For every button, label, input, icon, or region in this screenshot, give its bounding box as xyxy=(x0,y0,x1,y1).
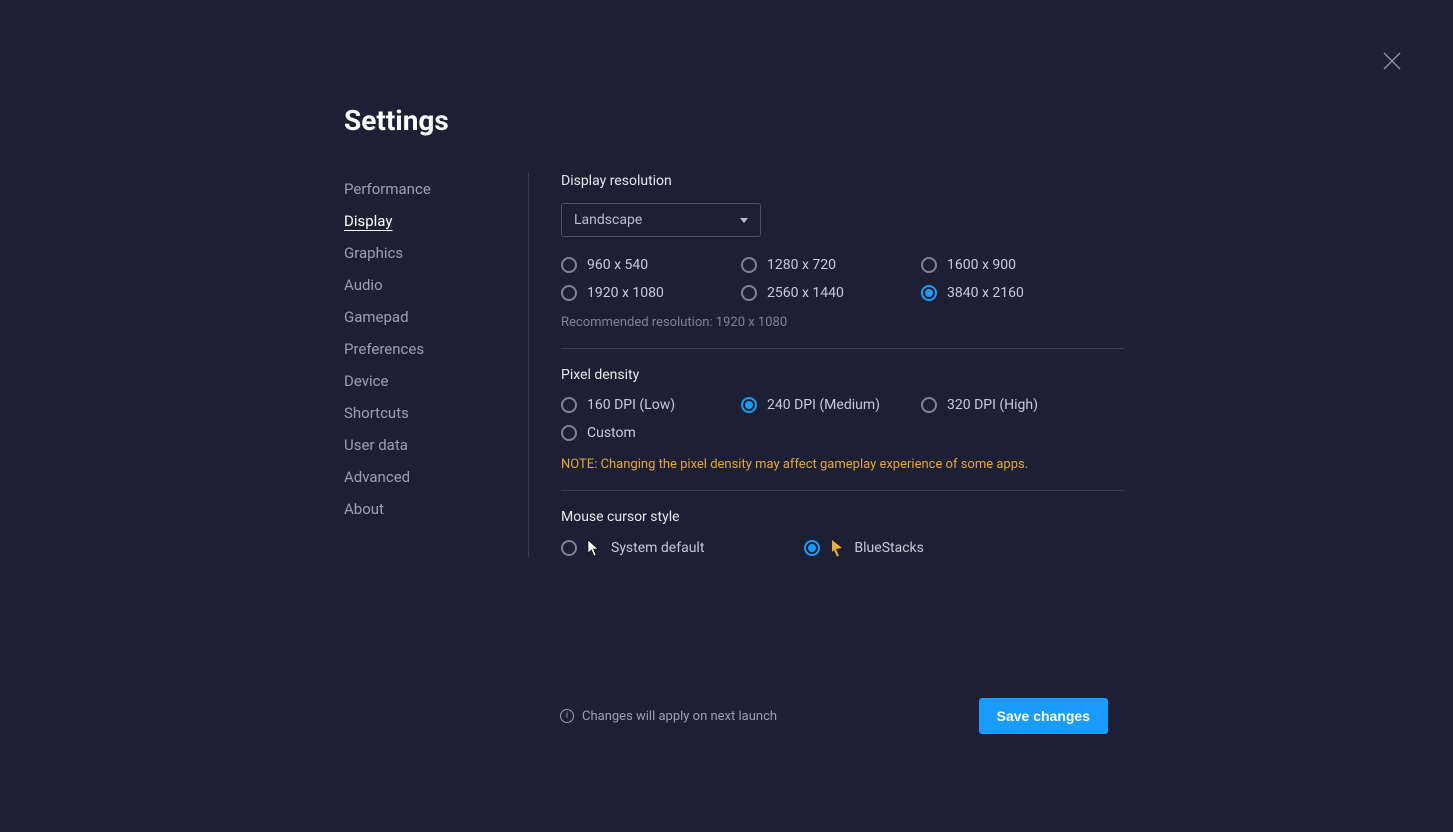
sidebar-item-label: Audio xyxy=(344,276,383,294)
sidebar-item-graphics[interactable]: Graphics xyxy=(344,237,528,269)
sidebar-item-label: User data xyxy=(344,436,408,454)
radio-label: 320 DPI (High) xyxy=(947,397,1038,413)
sidebar-item-label: About xyxy=(344,500,384,518)
pixel-density-options: 160 DPI (Low) 240 DPI (Medium) 320 DPI (… xyxy=(561,397,1124,441)
radio-icon xyxy=(741,257,757,273)
radio-icon xyxy=(561,397,577,413)
sidebar-item-user-data[interactable]: User data xyxy=(344,429,528,461)
recommended-resolution-hint: Recommended resolution: 1920 x 1080 xyxy=(561,315,1124,330)
cursor-style-options: System default BlueStacks xyxy=(561,539,1124,557)
radio-icon xyxy=(921,285,937,301)
resolution-radio-3840x2160[interactable]: 3840 x 2160 xyxy=(921,285,1101,301)
sidebar-item-device[interactable]: Device xyxy=(344,365,528,397)
resolution-options: 960 x 540 1280 x 720 1600 x 900 1920 x 1… xyxy=(561,257,1124,301)
dpi-radio-240[interactable]: 240 DPI (Medium) xyxy=(741,397,921,413)
orientation-selected-value: Landscape xyxy=(574,212,642,228)
save-changes-button[interactable]: Save changes xyxy=(979,698,1108,734)
sidebar-item-shortcuts[interactable]: Shortcuts xyxy=(344,397,528,429)
radio-icon xyxy=(561,285,577,301)
cursor-radio-bluestacks[interactable]: BlueStacks xyxy=(804,539,923,557)
radio-label: 3840 x 2160 xyxy=(947,285,1024,301)
sidebar-item-label: Device xyxy=(344,372,388,390)
sidebar-item-label: Performance xyxy=(344,180,431,198)
radio-icon xyxy=(741,397,757,413)
radio-label: 160 DPI (Low) xyxy=(587,397,675,413)
sidebar-item-gamepad[interactable]: Gamepad xyxy=(344,301,528,333)
radio-icon xyxy=(561,257,577,273)
cursor-radio-system-default[interactable]: System default xyxy=(561,539,704,557)
sidebar-item-performance[interactable]: Performance xyxy=(344,173,528,205)
sidebar-item-display[interactable]: Display xyxy=(344,205,528,237)
footer-info-text: Changes will apply on next launch xyxy=(582,709,777,724)
section-divider xyxy=(561,490,1124,491)
resolution-radio-2560x1440[interactable]: 2560 x 1440 xyxy=(741,285,921,301)
sidebar-item-preferences[interactable]: Preferences xyxy=(344,333,528,365)
cursor-style-label: Mouse cursor style xyxy=(561,509,1124,525)
info-icon: i xyxy=(560,709,574,723)
sidebar-item-advanced[interactable]: Advanced xyxy=(344,461,528,493)
pixel-density-note: NOTE: Changing the pixel density may aff… xyxy=(561,457,1124,472)
pixel-density-label: Pixel density xyxy=(561,367,1124,383)
sidebar-item-label: Preferences xyxy=(344,340,424,358)
close-icon[interactable] xyxy=(1383,52,1401,70)
sidebar-item-label: Gamepad xyxy=(344,308,409,326)
resolution-radio-1280x720[interactable]: 1280 x 720 xyxy=(741,257,921,273)
radio-label: 1600 x 900 xyxy=(947,257,1016,273)
display-resolution-label: Display resolution xyxy=(561,173,1124,189)
section-divider xyxy=(561,348,1124,349)
radio-label: 1920 x 1080 xyxy=(587,285,664,301)
radio-label: System default xyxy=(611,540,704,556)
sidebar-item-audio[interactable]: Audio xyxy=(344,269,528,301)
radio-label: 960 x 540 xyxy=(587,257,648,273)
radio-icon xyxy=(921,257,937,273)
settings-content: Display resolution Landscape 960 x 540 1… xyxy=(561,173,1124,557)
page-title: Settings xyxy=(344,104,1124,137)
vertical-divider xyxy=(528,173,529,557)
resolution-radio-960x540[interactable]: 960 x 540 xyxy=(561,257,741,273)
radio-icon xyxy=(804,540,820,556)
sidebar-item-label: Shortcuts xyxy=(344,404,409,422)
settings-sidebar: Performance Display Graphics Audio Gamep… xyxy=(344,173,528,557)
system-cursor-icon xyxy=(587,539,601,557)
resolution-radio-1600x900[interactable]: 1600 x 900 xyxy=(921,257,1101,273)
sidebar-item-label: Advanced xyxy=(344,468,410,486)
radio-label: 240 DPI (Medium) xyxy=(767,397,880,413)
dpi-radio-custom[interactable]: Custom xyxy=(561,425,741,441)
bluestacks-cursor-icon xyxy=(830,539,844,557)
radio-icon xyxy=(561,540,577,556)
sidebar-item-about[interactable]: About xyxy=(344,493,528,525)
radio-icon xyxy=(741,285,757,301)
footer-info: i Changes will apply on next launch xyxy=(560,709,777,724)
settings-footer: i Changes will apply on next launch Save… xyxy=(560,698,1108,734)
dpi-radio-160[interactable]: 160 DPI (Low) xyxy=(561,397,741,413)
radio-label: Custom xyxy=(587,425,636,441)
radio-label: 1280 x 720 xyxy=(767,257,836,273)
chevron-down-icon xyxy=(740,218,748,223)
radio-icon xyxy=(921,397,937,413)
radio-label: 2560 x 1440 xyxy=(767,285,844,301)
dpi-radio-320[interactable]: 320 DPI (High) xyxy=(921,397,1101,413)
orientation-select[interactable]: Landscape xyxy=(561,203,761,237)
resolution-radio-1920x1080[interactable]: 1920 x 1080 xyxy=(561,285,741,301)
radio-icon xyxy=(561,425,577,441)
sidebar-item-label: Graphics xyxy=(344,244,403,262)
radio-label: BlueStacks xyxy=(854,540,923,556)
sidebar-item-label: Display xyxy=(344,212,392,230)
